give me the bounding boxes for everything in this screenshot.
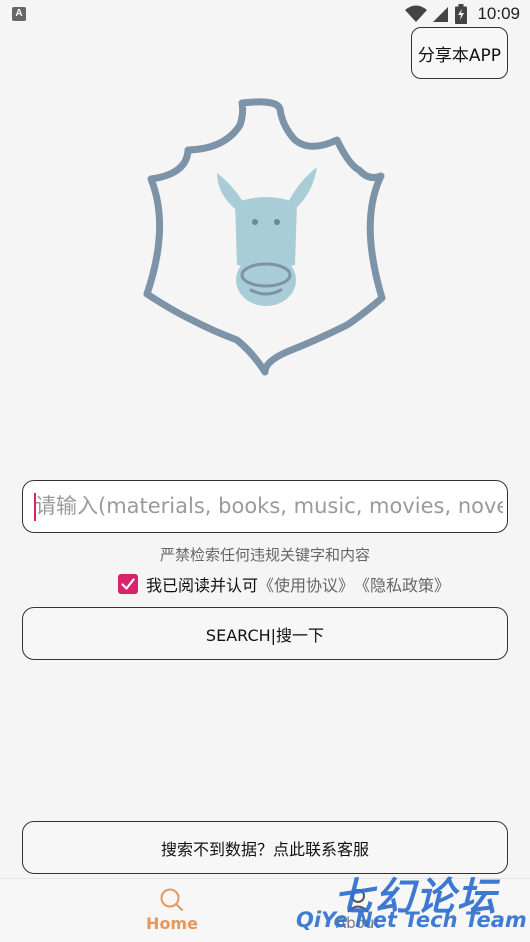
share-app-button[interactable]: 分享本APP <box>411 27 508 79</box>
agree-checkbox[interactable] <box>118 574 138 594</box>
nav-item-about[interactable]: About <box>320 887 396 941</box>
search-box <box>22 480 508 533</box>
agree-label: 我已阅读并认可 <box>146 576 259 595</box>
terms-link[interactable]: 《使用协议》 <box>258 572 354 596</box>
wifi-icon <box>405 5 428 22</box>
checkmark-icon <box>121 578 135 590</box>
privacy-link[interactable]: 《隐私政策》 <box>354 572 450 596</box>
search-icon <box>160 888 183 911</box>
person-icon <box>347 889 369 913</box>
app-logo <box>143 98 386 376</box>
notification-badge: A <box>12 7 26 21</box>
bottom-nav: Home About <box>0 878 530 942</box>
status-bar: A 10:09 <box>0 0 530 28</box>
search-button[interactable]: SEARCH|搜一下 <box>22 607 508 660</box>
nav-about-label: About <box>335 914 381 932</box>
nav-item-home[interactable]: Home <box>134 887 210 941</box>
agreement-row: 我已阅读并认可 《使用协议》 《隐私政策》 <box>118 572 450 596</box>
status-icons: 10:09 <box>405 3 520 25</box>
signal-icon <box>433 7 449 22</box>
status-time: 10:09 <box>477 4 520 23</box>
search-input[interactable] <box>33 481 503 531</box>
donkey-icon <box>217 167 317 306</box>
battery-icon <box>455 4 468 24</box>
text-caret <box>34 493 36 521</box>
search-warning: 严禁检索任何违规关键字和内容 <box>159 546 370 564</box>
nav-home-label: Home <box>146 914 198 933</box>
contact-support-button[interactable]: 搜索不到数据？点此联系客服 <box>22 821 508 874</box>
